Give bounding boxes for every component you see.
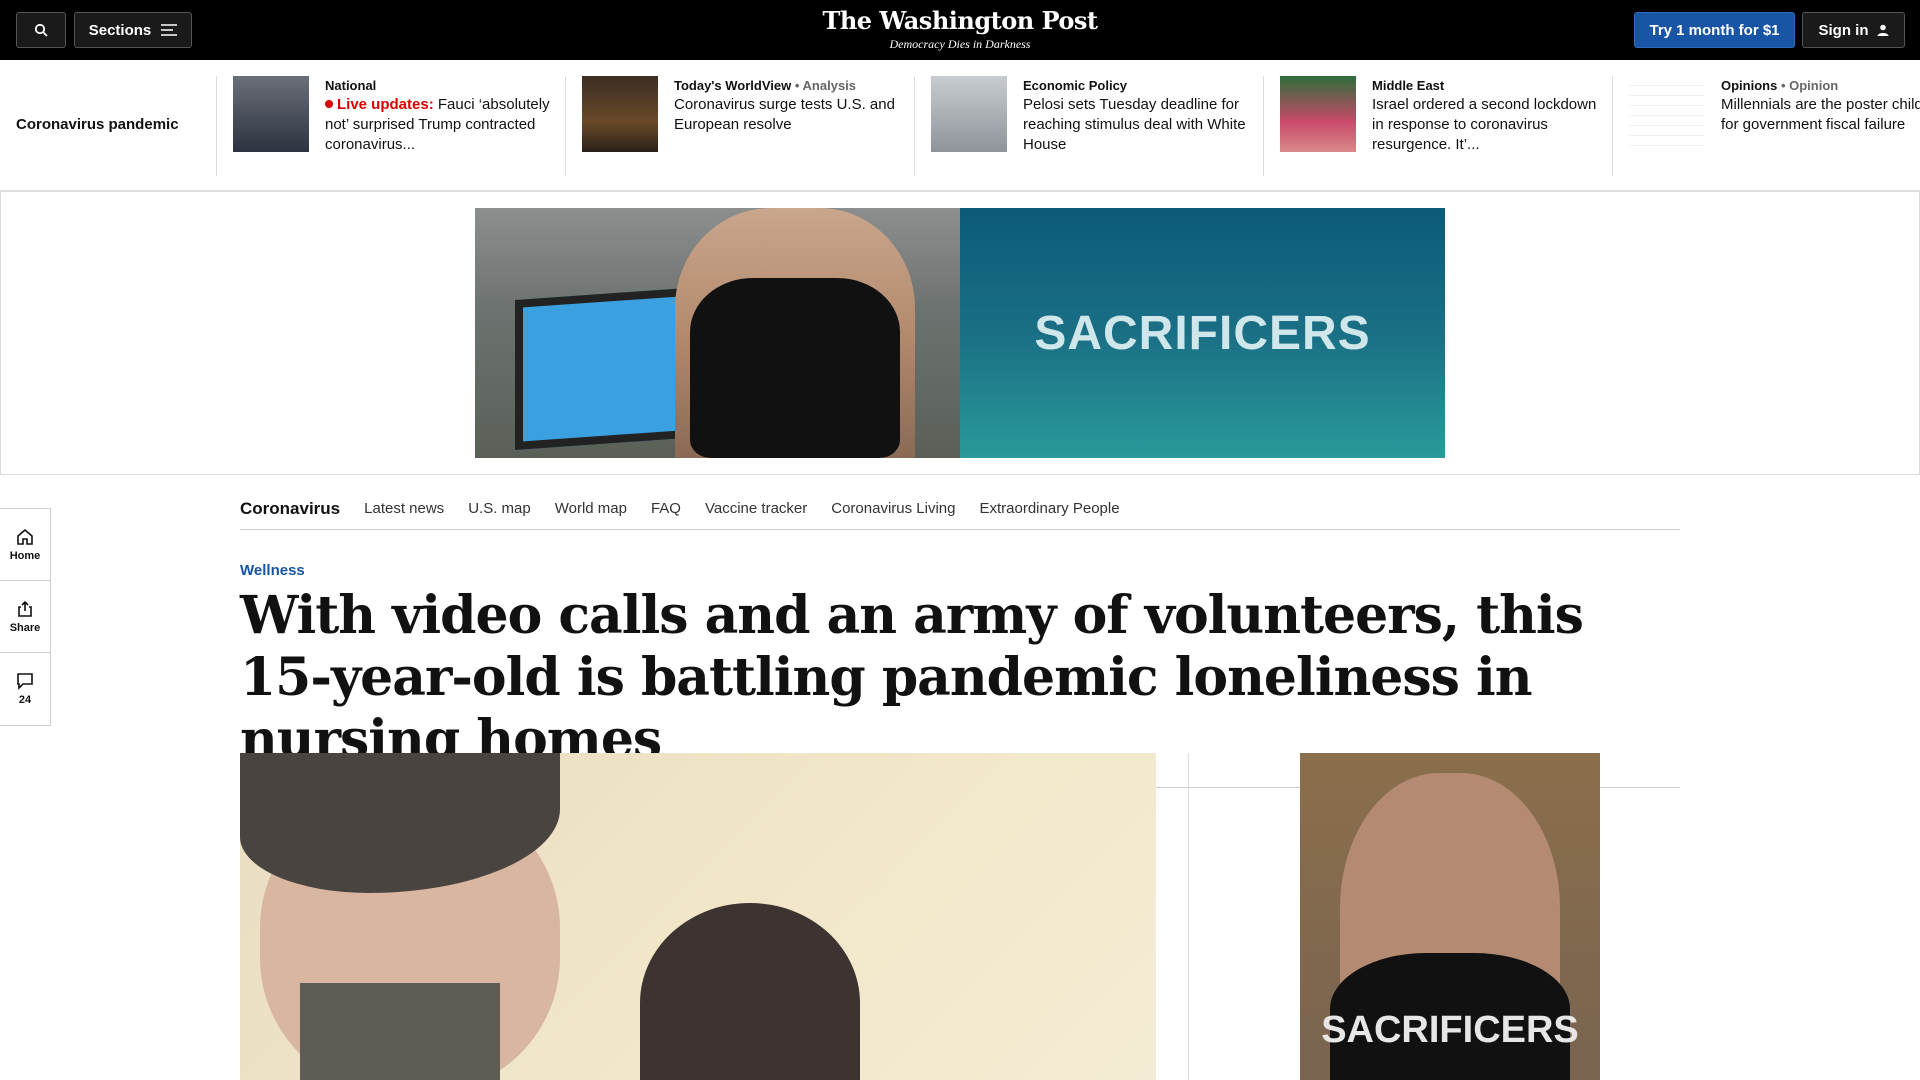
logo-name: The Washington Post: [822, 6, 1098, 35]
strip-item[interactable]: Economic Policy Pelosi sets Tuesday dead…: [914, 76, 1253, 176]
strip-kicker-text: Opinions: [1721, 78, 1778, 93]
section-nav-link[interactable]: Vaccine tracker: [705, 500, 807, 517]
article-category[interactable]: Wellness: [240, 562, 305, 579]
section-nav: Coronavirus Latest news U.S. map World m…: [240, 488, 1680, 530]
sidebar-ad-text: SACRIFICERS: [1321, 1009, 1579, 1051]
home-button[interactable]: Home: [0, 509, 50, 581]
site-logo[interactable]: The Washington Post Democracy Dies in Da…: [760, 6, 1160, 52]
ad-mask: [690, 278, 900, 458]
comments-button[interactable]: 24: [0, 653, 50, 725]
article-lead-image: [240, 753, 1156, 1080]
section-nav-link[interactable]: Extraordinary People: [979, 500, 1119, 517]
strip-kicker[interactable]: Today's WorldView • Analysis: [674, 78, 904, 93]
side-rail: Home Share 24: [0, 508, 51, 726]
strip-thumbnail[interactable]: [931, 76, 1007, 152]
subscribe-button[interactable]: Try 1 month for $1: [1634, 12, 1795, 48]
strip-headline[interactable]: Live updates: Fauci ‘absolutely not’ sur…: [325, 95, 555, 155]
strip-kicker-text: Today's WorldView: [674, 78, 792, 93]
strip-kicker-sub: • Opinion: [1780, 78, 1839, 93]
strip-thumbnail[interactable]: [1629, 76, 1705, 152]
sections-button[interactable]: Sections: [74, 12, 192, 48]
strip-item[interactable]: Today's WorldView • Analysis Coronavirus…: [565, 76, 904, 176]
search-button[interactable]: [16, 12, 66, 48]
share-icon: [18, 600, 32, 617]
strip-thumbnail[interactable]: [582, 76, 658, 152]
section-nav-link[interactable]: World map: [555, 500, 627, 517]
ad-text: SACRIFICERS: [960, 208, 1445, 458]
strip-kicker[interactable]: Economic Policy: [1023, 78, 1253, 93]
search-icon: [34, 23, 48, 37]
share-button[interactable]: Share: [0, 581, 50, 653]
strip-item[interactable]: Middle East Israel ordered a second lock…: [1263, 76, 1602, 176]
strip-headline[interactable]: Pelosi sets Tuesday deadline for reachin…: [1023, 95, 1253, 155]
strip-item[interactable]: Opinions • Opinion Millennials are the p…: [1612, 76, 1920, 176]
headline-strip: Coronavirus pandemic National Live updat…: [0, 60, 1920, 191]
share-label: Share: [9, 621, 41, 634]
menu-icon: [161, 24, 178, 36]
strip-kicker[interactable]: Opinions • Opinion: [1721, 78, 1920, 93]
section-nav-link[interactable]: Latest news: [364, 500, 444, 517]
strip-thumbnail[interactable]: [1280, 76, 1356, 152]
image-person-shirt: [300, 983, 500, 1080]
sections-label: Sections: [88, 21, 152, 39]
section-nav-link[interactable]: U.S. map: [468, 500, 531, 517]
strip-kicker[interactable]: National: [325, 78, 555, 93]
section-nav-link[interactable]: FAQ: [651, 500, 681, 517]
strip-kicker-sub: • Analysis: [794, 78, 857, 93]
strip-kicker[interactable]: Middle East: [1372, 78, 1602, 93]
image-person-hair: [640, 903, 860, 1080]
section-nav-link[interactable]: Coronavirus Living: [831, 500, 955, 517]
live-dot-icon: [325, 100, 333, 108]
strip-headline[interactable]: Israel ordered a second lockdown in resp…: [1372, 95, 1602, 155]
column-divider: [1188, 753, 1189, 1080]
comment-icon: [17, 673, 33, 690]
banner-ad[interactable]: SACRIFICERS: [475, 208, 1445, 458]
section-nav-title[interactable]: Coronavirus: [240, 499, 340, 519]
ad-photo: [475, 208, 960, 458]
user-icon: [1877, 24, 1888, 36]
sign-in-button[interactable]: Sign in: [1802, 12, 1905, 48]
strip-item[interactable]: National Live updates: Fauci ‘absolutely…: [216, 76, 555, 176]
logo-tagline: Democracy Dies in Darkness: [889, 37, 1031, 51]
sign-in-label: Sign in: [1818, 21, 1869, 39]
live-label: Live updates:: [337, 96, 434, 113]
top-bar: Sections The Washington Post Democracy D…: [0, 0, 1920, 60]
strip-headline[interactable]: Millennials are the poster children for …: [1721, 95, 1920, 135]
sidebar-ad[interactable]: SACRIFICERS: [1300, 753, 1600, 1080]
comments-count: 24: [18, 694, 32, 706]
strip-label[interactable]: Coronavirus pandemic: [16, 116, 179, 133]
strip-thumbnail[interactable]: [233, 76, 309, 152]
home-icon: [17, 528, 33, 545]
home-label: Home: [9, 549, 41, 562]
strip-headline[interactable]: Coronavirus surge tests U.S. and Europea…: [674, 95, 904, 135]
